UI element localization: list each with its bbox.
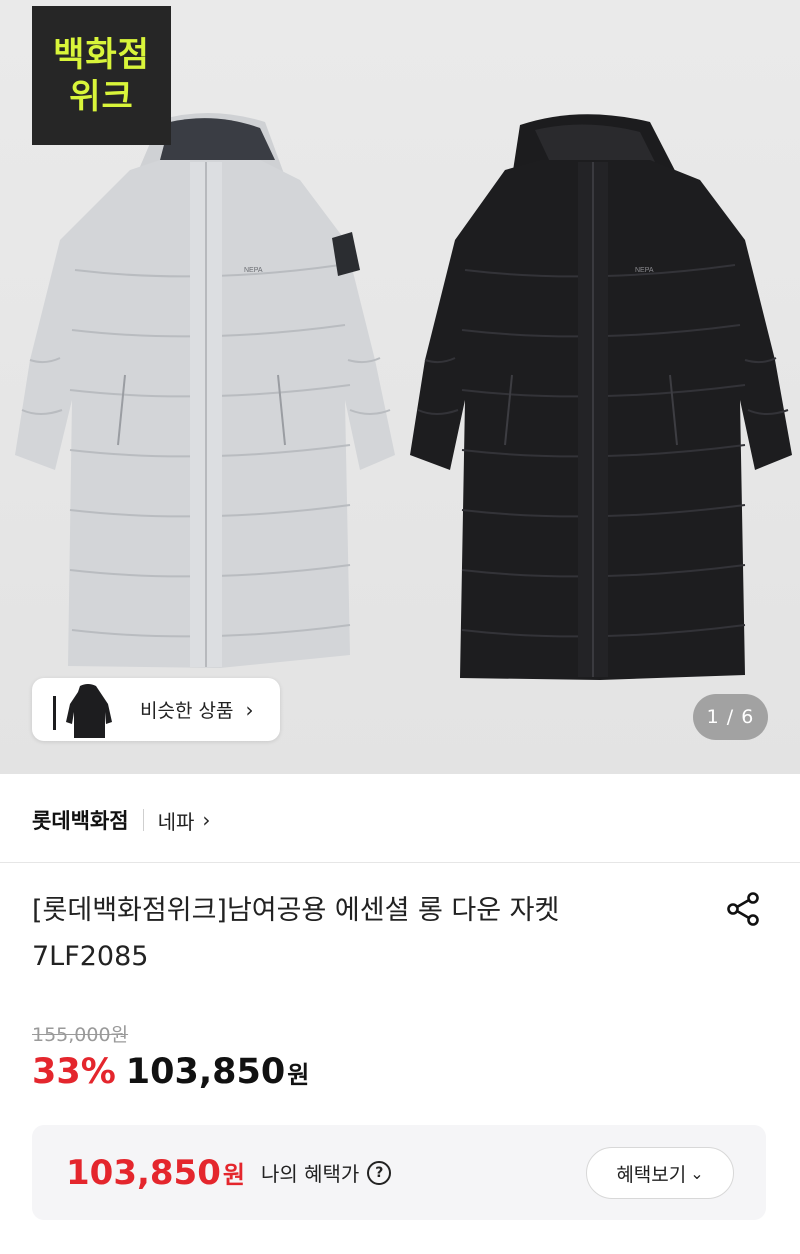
event-badge: 백화점 위크 (32, 6, 171, 145)
image-page-counter: 1 / 6 (693, 694, 768, 740)
price-row: 33% 103,850 원 (32, 1052, 309, 1092)
event-badge-line1: 백화점 (53, 34, 150, 75)
view-benefits-label: 혜택보기 (616, 1163, 687, 1186)
brand-row: 롯데백화점 네파 › (32, 798, 210, 842)
discount-rate: 33% (32, 1052, 116, 1092)
benefit-price-label: 나의 혜택가 (260, 1162, 360, 1186)
benefit-currency-unit: 원 (222, 1161, 245, 1189)
event-badge-line2: 위크 (69, 76, 134, 117)
view-benefits-button[interactable]: 혜택보기 ⌄ (586, 1147, 734, 1199)
share-button[interactable] (718, 884, 768, 934)
benefit-price-box: 103,850 원 나의 혜택가 ? 혜택보기 ⌄ (32, 1125, 766, 1220)
black-coat-image: NEPA (410, 114, 792, 680)
original-price: 155,000원 (32, 1024, 129, 1046)
sale-price: 103,850 (125, 1052, 286, 1092)
similar-products-button[interactable]: 비슷한 상품 › (32, 678, 280, 741)
brand-divider (142, 809, 144, 831)
product-image-carousel[interactable]: 백화점 위크 NEPA NEPA 비슷한 상품 › 1 / 6 (0, 0, 800, 774)
benefit-price: 103,850 (66, 1152, 221, 1193)
product-title: [롯데백화점위크]남여공용 에센셜 롱 다운 자켓 7LF2085 (32, 895, 560, 972)
chevron-right-icon: › (245, 697, 254, 722)
similar-products-label: 비슷한 상품 (140, 700, 234, 722)
chevron-down-icon: ⌄ (690, 1163, 704, 1183)
store-name[interactable]: 롯데백화점 (32, 805, 129, 835)
brand-link[interactable]: 네파 (158, 806, 195, 835)
similar-product-thumbnail (50, 681, 122, 738)
currency-unit: 원 (287, 1061, 310, 1089)
help-icon[interactable]: ? (367, 1160, 392, 1185)
svg-text:NEPA: NEPA (244, 267, 263, 274)
light-gray-coat-image: NEPA (15, 112, 395, 668)
section-divider (0, 862, 800, 863)
share-icon (727, 892, 759, 926)
svg-text:NEPA: NEPA (635, 267, 654, 274)
chevron-right-icon[interactable]: › (202, 808, 210, 832)
